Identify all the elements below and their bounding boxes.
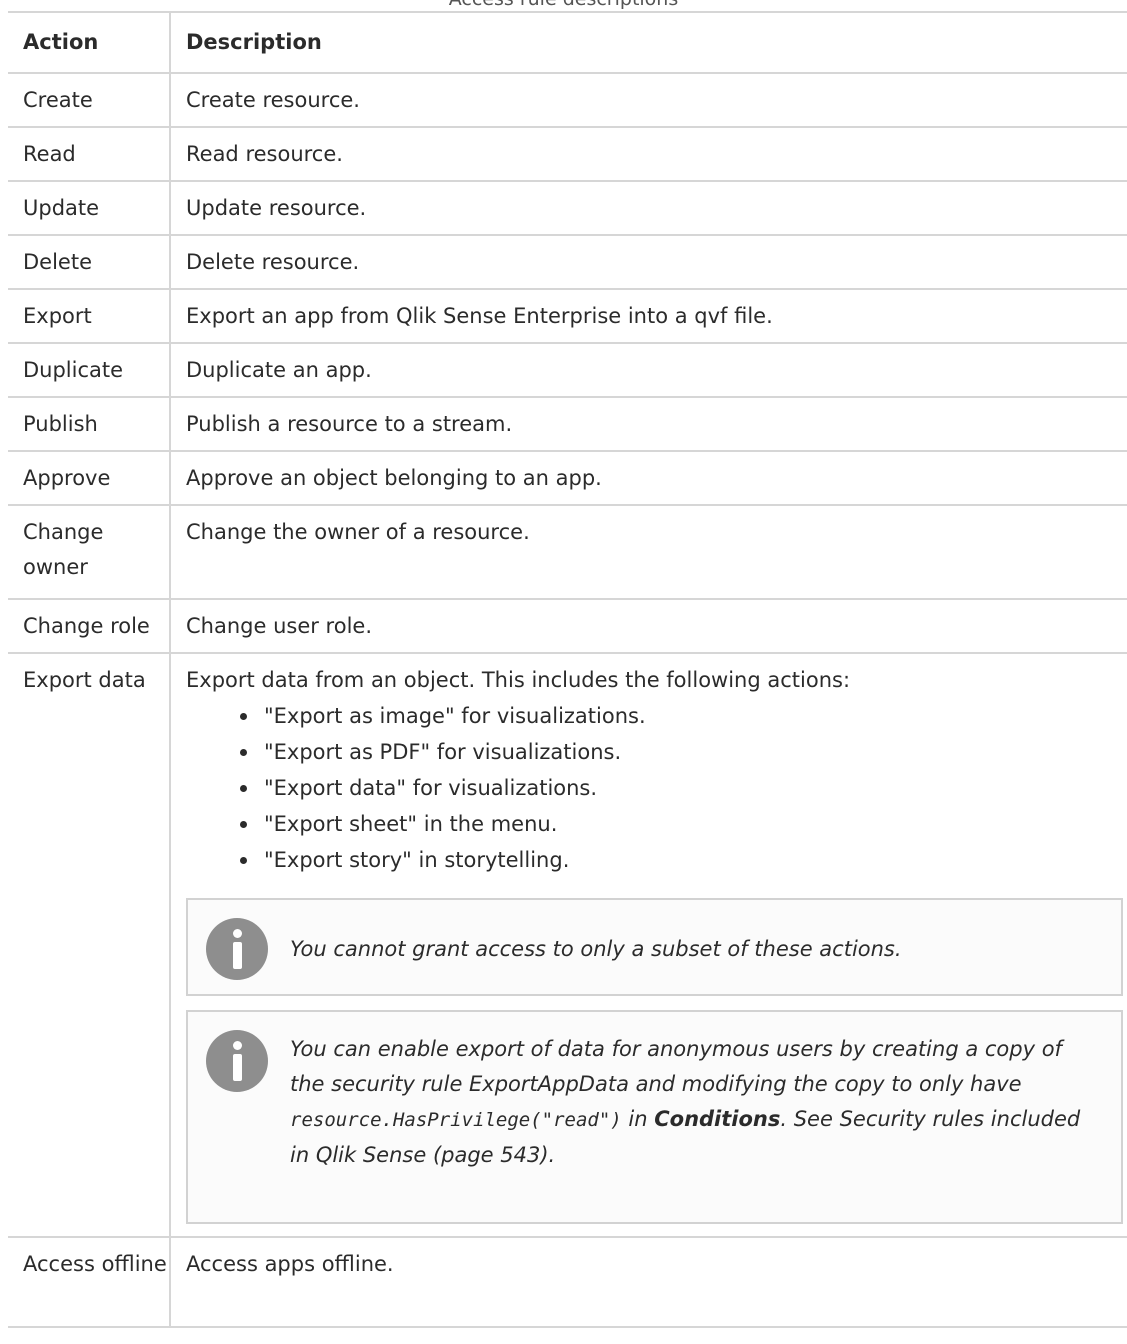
list-item: "Export data" for visualizations. xyxy=(240,770,1127,806)
row-description: Access apps offline. xyxy=(170,1237,1127,1328)
note-text-part: in xyxy=(621,1107,655,1131)
code-snippet: resource.HasPrivilege("read") xyxy=(290,1109,622,1131)
table-row: Duplicate Duplicate an app. xyxy=(8,343,1127,398)
table-row: Update Update resource. xyxy=(8,181,1127,236)
table-header-row: Action Description xyxy=(8,11,1127,74)
table-row: Read Read resource. xyxy=(8,127,1127,182)
table-row-export-data: Export data Export data from an object. … xyxy=(8,653,1127,1238)
table-row: Publish Publish a resource to a stream. xyxy=(8,397,1127,452)
row-action: Export xyxy=(8,289,171,344)
row-description: Approve an object belonging to an app. xyxy=(170,451,1127,506)
access-rule-table: Action Description Create Create resourc… xyxy=(8,11,1127,1328)
note-text-part: You can enable export of data for anonym… xyxy=(290,1037,1062,1096)
row-description: Publish a resource to a stream. xyxy=(170,397,1127,452)
row-action: Change owner xyxy=(8,505,171,600)
row-action: Publish xyxy=(8,397,171,452)
note-text: You cannot grant access to only a subset… xyxy=(290,937,902,961)
note-box: You can enable export of data for anonym… xyxy=(186,1010,1123,1224)
table-row: Create Create resource. xyxy=(8,73,1127,128)
table-caption: Access rule descriptions xyxy=(0,0,1127,10)
note-text: You can enable export of data for anonym… xyxy=(290,1032,1101,1173)
row-description-export-data: Export data from an object. This include… xyxy=(170,653,1127,1238)
row-action: Duplicate xyxy=(8,343,171,398)
row-description: Update resource. xyxy=(170,181,1127,236)
row-action: Create xyxy=(8,73,171,128)
row-action: Export data xyxy=(8,653,171,1238)
row-description: Read resource. xyxy=(170,127,1127,182)
table-row: Change role Change user role. xyxy=(8,599,1127,654)
table-row: Delete Delete resource. xyxy=(8,235,1127,290)
row-action: Approve xyxy=(8,451,171,506)
info-icon xyxy=(206,918,268,980)
header-action: Action xyxy=(8,11,171,74)
list-item: "Export story" in storytelling. xyxy=(240,842,1127,878)
row-action: Delete xyxy=(8,235,171,290)
info-icon xyxy=(206,1030,268,1092)
emphasis-text: Conditions xyxy=(654,1107,781,1131)
table-row: Access offline Access apps offline. xyxy=(8,1237,1127,1328)
row-description: Change the owner of a resource. xyxy=(170,505,1127,600)
list-item: "Export sheet" in the menu. xyxy=(240,806,1127,842)
export-actions-list: "Export as image" for visualizations. "E… xyxy=(186,698,1127,878)
header-description: Description xyxy=(170,11,1127,74)
row-description: Delete resource. xyxy=(170,235,1127,290)
list-item: "Export as image" for visualizations. xyxy=(240,698,1127,734)
table-row: Approve Approve an object belonging to a… xyxy=(8,451,1127,506)
row-action: Update xyxy=(8,181,171,236)
list-item: "Export as PDF" for visualizations. xyxy=(240,734,1127,770)
row-description: Change user role. xyxy=(170,599,1127,654)
note-box: You cannot grant access to only a subset… xyxy=(186,898,1123,996)
row-description: Export data from an object. This include… xyxy=(186,668,851,692)
row-description: Create resource. xyxy=(170,73,1127,128)
table-row: Change owner Change the owner of a resou… xyxy=(8,505,1127,600)
row-action: Read xyxy=(8,127,171,182)
row-action: Access offline xyxy=(8,1237,171,1328)
row-description: Export an app from Qlik Sense Enterprise… xyxy=(170,289,1127,344)
table-row: Export Export an app from Qlik Sense Ent… xyxy=(8,289,1127,344)
row-description: Duplicate an app. xyxy=(170,343,1127,398)
row-action: Change role xyxy=(8,599,171,654)
